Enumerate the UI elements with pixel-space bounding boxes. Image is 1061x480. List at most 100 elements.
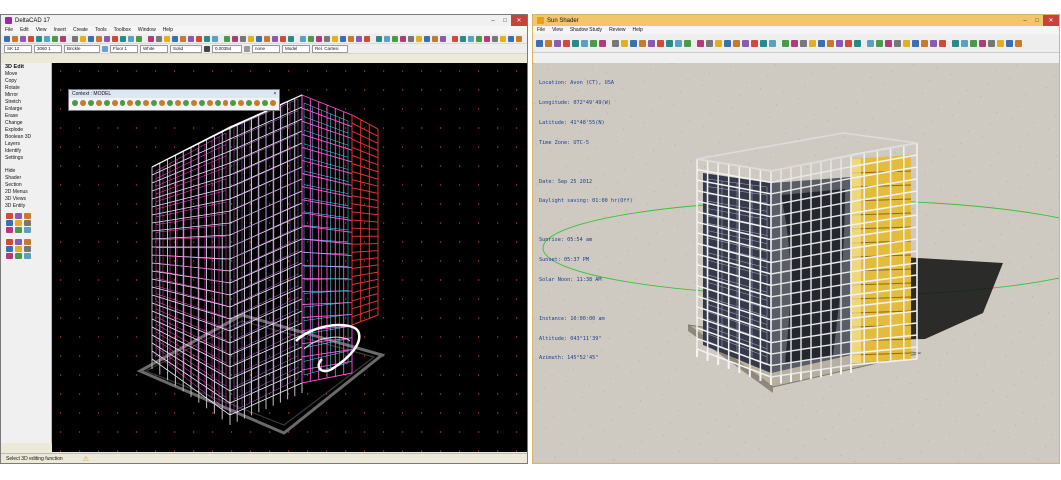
color-field[interactable]: White	[140, 44, 168, 53]
toolbar-button-icon[interactable]	[590, 39, 597, 47]
sidebar-item-change[interactable]: Change	[1, 120, 51, 127]
toolbar-button-icon[interactable]	[148, 35, 154, 42]
sidebar-tool-icon[interactable]	[6, 227, 13, 233]
toolbar-button-icon[interactable]	[979, 39, 986, 47]
menu-help[interactable]: Help	[632, 27, 642, 33]
context-tool-icon[interactable]	[270, 100, 276, 106]
linewidth-icon[interactable]	[204, 45, 210, 52]
menu-review[interactable]: Review	[609, 27, 625, 33]
toolbar-button-icon[interactable]	[724, 39, 731, 47]
toolbar-button-icon[interactable]	[1015, 39, 1022, 47]
toolbar-button-icon[interactable]	[572, 39, 579, 47]
toolbar-button-icon[interactable]	[204, 35, 210, 42]
toolbar-button-icon[interactable]	[104, 35, 110, 42]
sidebar-tool-icon[interactable]	[15, 239, 22, 245]
toolbar-button-icon[interactable]	[921, 39, 928, 47]
toolbar-button-icon[interactable]	[845, 39, 852, 47]
toolbar-button-icon[interactable]	[248, 35, 254, 42]
toolbar-button-icon[interactable]	[554, 39, 561, 47]
context-tool-icon[interactable]	[214, 100, 221, 106]
toolbar-button-icon[interactable]	[264, 35, 270, 42]
toolbar-button-icon[interactable]	[440, 35, 446, 42]
toolbar-button-icon[interactable]	[156, 35, 162, 42]
context-tool-icon[interactable]	[198, 100, 205, 106]
toolbar-button-icon[interactable]	[240, 35, 246, 42]
toolbar-button-icon[interactable]	[460, 35, 466, 42]
toolbar-button-icon[interactable]	[706, 39, 713, 47]
toolbar-button-icon[interactable]	[20, 35, 26, 42]
toolbar-button-icon[interactable]	[272, 35, 278, 42]
context-tool-icon[interactable]	[103, 100, 110, 106]
toolbar-button-icon[interactable]	[376, 35, 382, 42]
toolbar-button-icon[interactable]	[400, 35, 406, 42]
sidebar-tool-icon[interactable]	[15, 246, 22, 252]
context-tool-icon[interactable]	[95, 100, 102, 106]
sidebar-tool-icon[interactable]	[15, 220, 22, 226]
toolbar-button-icon[interactable]	[172, 35, 178, 42]
sidebar-tool-icon[interactable]	[6, 253, 13, 259]
toolbar-button-icon[interactable]	[164, 35, 170, 42]
toolbar-button-icon[interactable]	[300, 35, 306, 42]
toolbar-button-icon[interactable]	[657, 39, 664, 47]
toolbar-button-icon[interactable]	[128, 35, 134, 42]
toolbar-button-icon[interactable]	[791, 39, 798, 47]
toolbar-button-icon[interactable]	[988, 39, 995, 47]
menu-toolbox[interactable]: Toolbox	[114, 27, 131, 33]
toolbar-button-icon[interactable]	[903, 39, 910, 47]
sidebar-item-3d-views[interactable]: 3D Views	[1, 196, 51, 203]
toolbar-button-icon[interactable]	[715, 39, 722, 47]
toolbar-button-icon[interactable]	[484, 35, 490, 42]
floor-field[interactable]: Floor 1	[110, 44, 138, 53]
sidebar-item-enlarge[interactable]: Enlarge	[1, 106, 51, 113]
toolbar-button-icon[interactable]	[28, 35, 34, 42]
toolbar-button-icon[interactable]	[508, 35, 514, 42]
context-tool-icon[interactable]	[262, 100, 269, 106]
sidebar-item-section[interactable]: Section	[1, 182, 51, 189]
context-palette-close-icon[interactable]: ×	[271, 90, 279, 98]
toolbar-button-icon[interactable]	[630, 39, 637, 47]
context-tool-icon[interactable]	[238, 100, 245, 106]
context-model-palette[interactable]: Context : MODEL ×	[68, 89, 280, 111]
toolbar-button-icon[interactable]	[666, 39, 673, 47]
toolbar-button-icon[interactable]	[72, 35, 78, 42]
toolbar-button-icon[interactable]	[324, 35, 330, 42]
sidebar-tool-icon[interactable]	[15, 253, 22, 259]
toolbar-button-icon[interactable]	[751, 39, 758, 47]
close-icon[interactable]: ✕	[511, 15, 527, 26]
sidebar-item-explode[interactable]: Explode	[1, 127, 51, 134]
toolbar-button-icon[interactable]	[348, 35, 354, 42]
context-tool-icon[interactable]	[111, 100, 118, 106]
toolbar-button-icon[interactable]	[288, 35, 294, 42]
fill-field[interactable]: Solid	[170, 44, 202, 53]
toolbar-button-icon[interactable]	[364, 35, 370, 42]
toolbar-button-icon[interactable]	[952, 39, 959, 47]
sidebar-item-mirror[interactable]: Mirror	[1, 92, 51, 99]
context-tool-icon[interactable]	[222, 100, 229, 106]
sidebar-item-hide[interactable]: Hide	[1, 168, 51, 175]
sun-shader-3d-viewport[interactable]: Location: Avon (CT), USA Longitude: 072°…	[533, 63, 1059, 463]
minimize-icon[interactable]: –	[1019, 15, 1031, 26]
toolbar-button-icon[interactable]	[800, 39, 807, 47]
sidebar-tool-icon[interactable]	[15, 227, 22, 233]
sidebar-tool-icon[interactable]	[6, 239, 13, 245]
material-field[interactable]: Brickle	[64, 44, 100, 53]
toolbar-button-icon[interactable]	[52, 35, 58, 42]
context-tool-icon[interactable]	[190, 100, 197, 106]
sidebar-tool-icon[interactable]	[6, 246, 13, 252]
toolbar-button-icon[interactable]	[545, 39, 552, 47]
toolbar-button-icon[interactable]	[36, 35, 42, 42]
context-tool-icon[interactable]	[254, 100, 261, 106]
menu-file[interactable]: File	[5, 27, 13, 33]
snap-icon[interactable]	[244, 45, 250, 52]
space-field[interactable]: Model	[282, 44, 310, 53]
sidebar-tool-icon[interactable]	[24, 253, 31, 259]
toolbar-button-icon[interactable]	[697, 39, 704, 47]
sidebar-item-boolean-3d[interactable]: Boolean 3D	[1, 134, 51, 141]
toolbar-button-icon[interactable]	[516, 35, 522, 42]
close-icon[interactable]: ✕	[1043, 15, 1059, 26]
toolbar-button-icon[interactable]	[468, 35, 474, 42]
menu-help[interactable]: Help	[163, 27, 173, 33]
toolbar-button-icon[interactable]	[782, 39, 789, 47]
toolbar-button-icon[interactable]	[424, 35, 430, 42]
toolbar-button-icon[interactable]	[60, 35, 66, 42]
